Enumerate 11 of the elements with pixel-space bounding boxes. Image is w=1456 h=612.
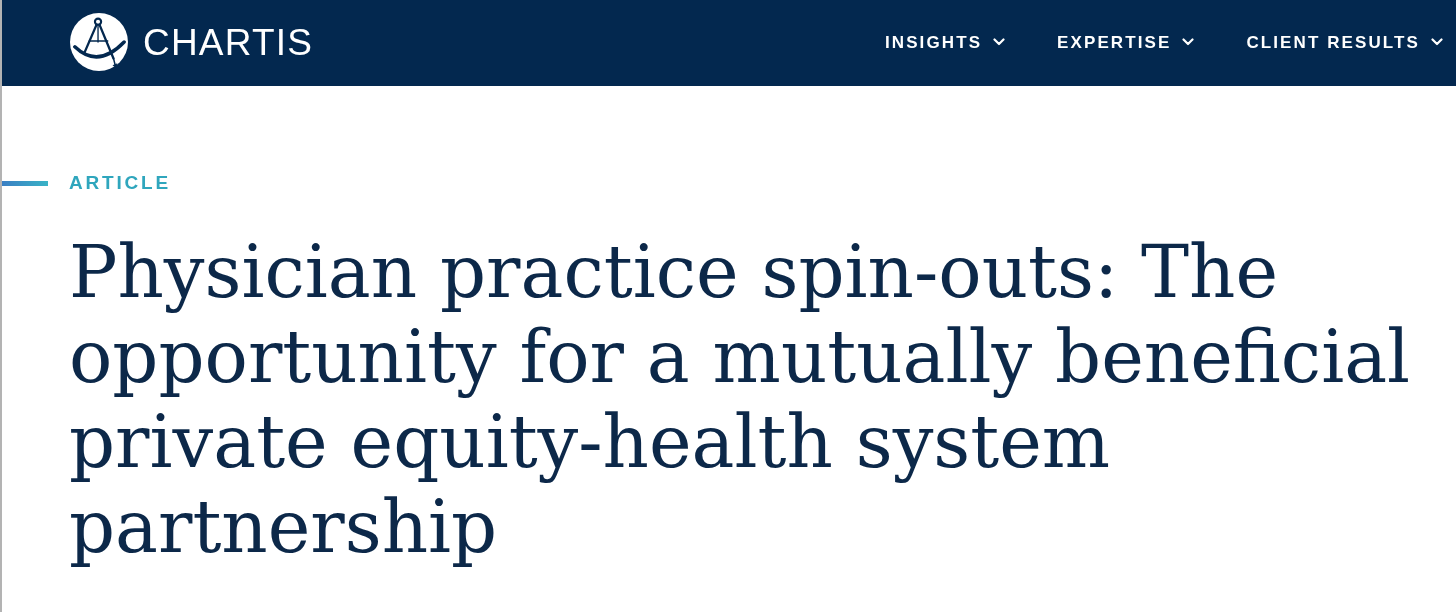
- nav-menu-button[interactable]: EXPERTISE: [1057, 32, 1195, 54]
- article-category-label: ARTICLE: [69, 171, 171, 195]
- accent-bar: [2, 180, 48, 186]
- compass-logo-icon: [70, 13, 128, 71]
- nav-menu-button[interactable]: CLIENT RESULTS: [1246, 32, 1443, 54]
- chevron-down-icon: [1182, 37, 1195, 46]
- nav-menu-button[interactable]: INSIGHTS: [885, 32, 1006, 54]
- chevron-down-icon: [993, 37, 1006, 46]
- logo-link[interactable]: CHARTIS: [70, 13, 314, 71]
- article-headline: Physician practice spin-outs: The opportunity for a mutually beneficial private equity-health system partnership: [69, 230, 1412, 570]
- chevron-down-icon: [1431, 37, 1443, 46]
